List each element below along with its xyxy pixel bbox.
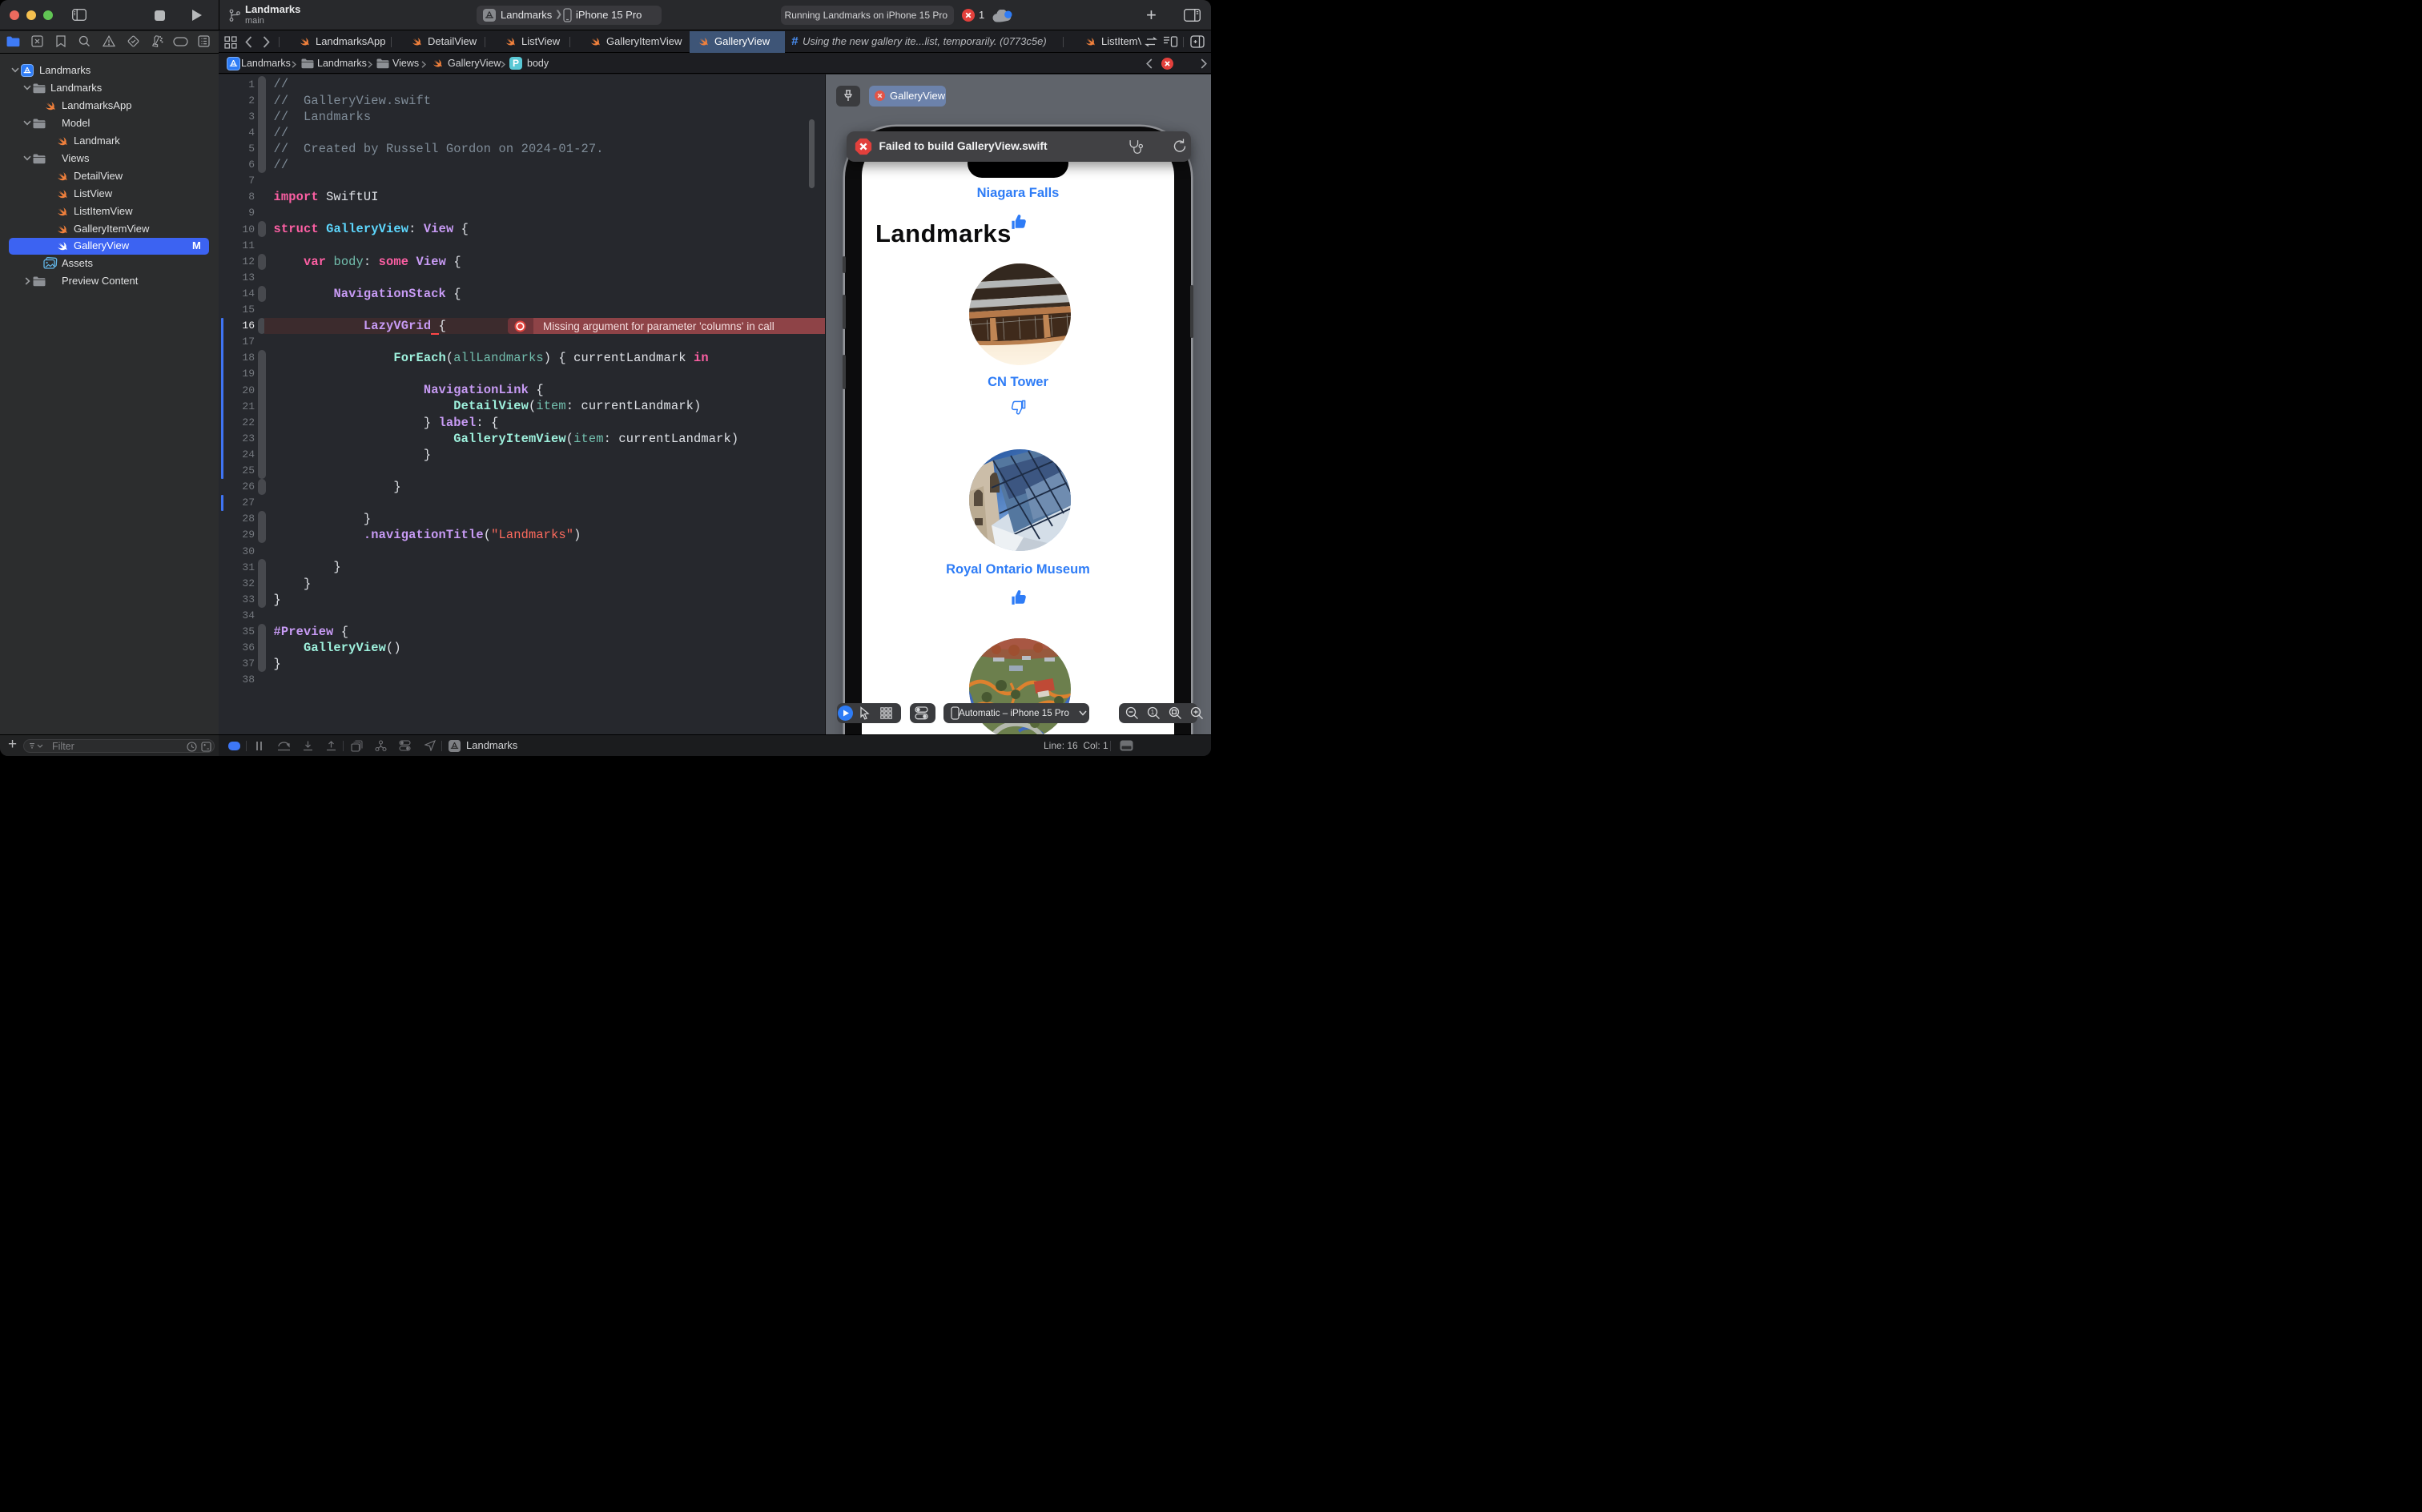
svg-text:1: 1 [1151,709,1155,716]
